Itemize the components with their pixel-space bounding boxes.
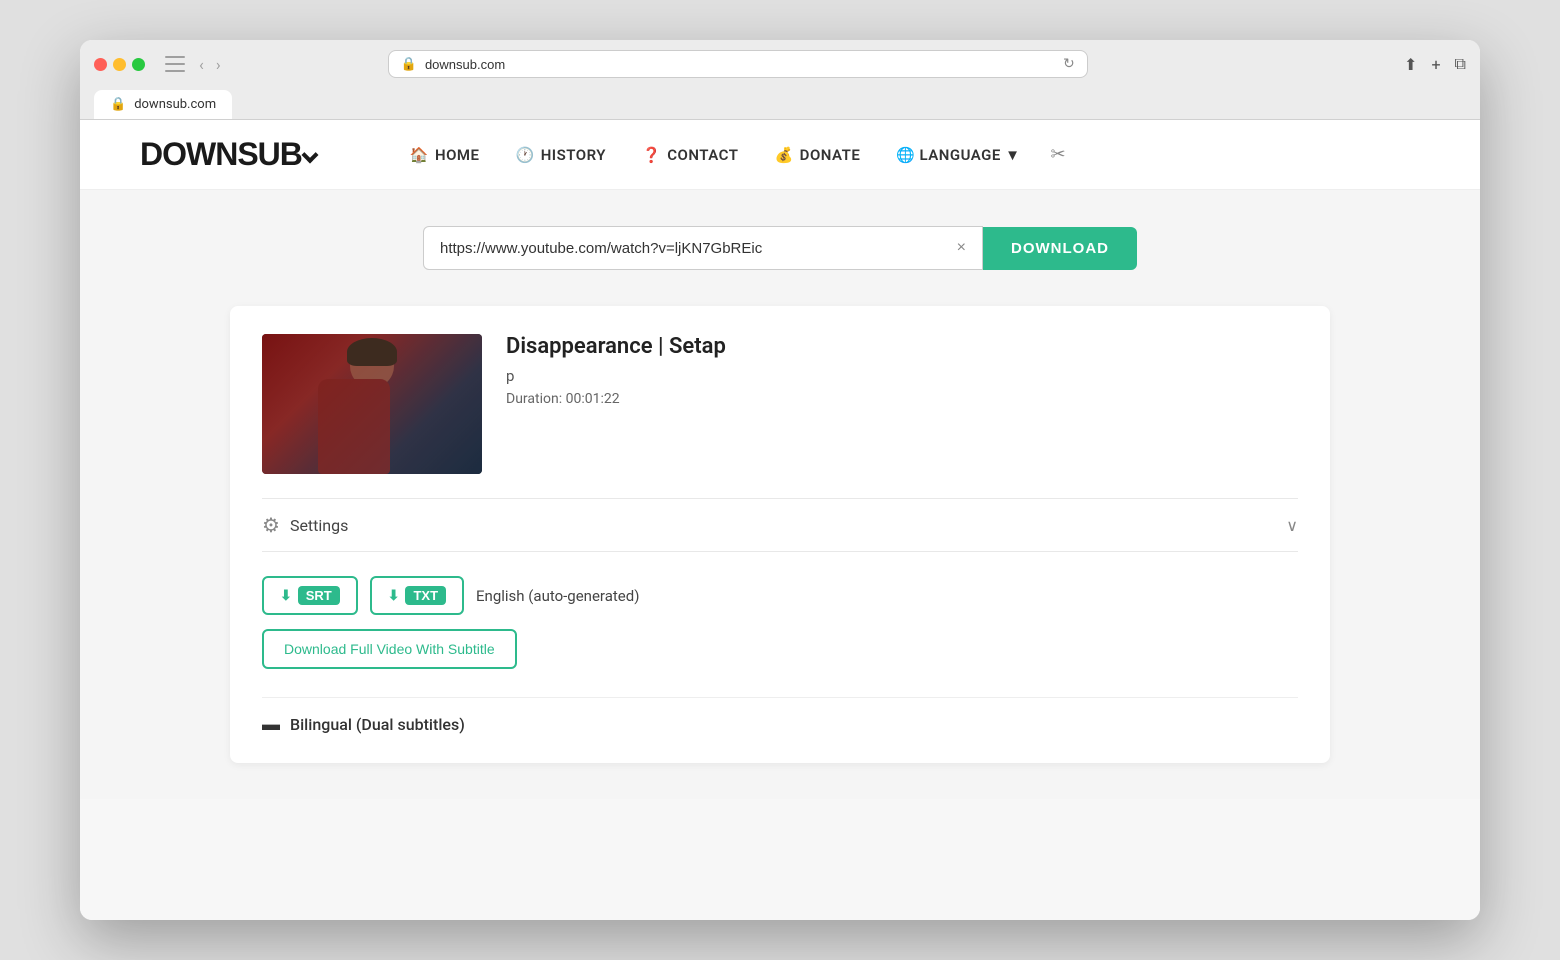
url-input[interactable]: https://www.youtube.com/watch?v=ljKN7GbR… — [440, 240, 949, 257]
page-content: DOWNSUB 🏠 HOME 🕐 HISTORY ❓ CONTACT 💰 — [80, 120, 1480, 920]
settings-left: ⚙ Settings — [262, 513, 348, 537]
site-nav: 🏠 HOME 🕐 HISTORY ❓ CONTACT 💰 DONATE 🌐 — [396, 138, 1066, 172]
home-icon: 🏠 — [410, 146, 429, 164]
active-tab[interactable]: 🔒 downsub.com — [94, 90, 232, 119]
sidebar-toggle-button[interactable] — [165, 56, 185, 72]
address-bar[interactable]: 🔒 ↻ — [388, 50, 1088, 78]
txt-download-button[interactable]: ⬇ TXT — [370, 576, 464, 615]
back-button[interactable]: ‹ — [195, 53, 208, 76]
lock-icon: 🔒 — [401, 57, 417, 72]
video-duration: Duration: 00:01:22 — [506, 391, 1298, 407]
nav-history[interactable]: 🕐 HISTORY — [502, 138, 621, 172]
new-tab-button[interactable]: + — [1431, 55, 1440, 74]
accessibility-icon[interactable]: ✂ — [1050, 144, 1065, 165]
video-thumbnail — [262, 334, 482, 474]
contact-icon: ❓ — [642, 146, 661, 164]
forward-button[interactable]: › — [212, 53, 225, 76]
url-input-wrapper: https://www.youtube.com/watch?v=ljKN7GbR… — [423, 226, 983, 270]
bilingual-label: Bilingual (Dual subtitles) — [290, 715, 465, 734]
language-label: English (auto-generated) — [476, 587, 639, 605]
donate-icon: 💰 — [774, 146, 793, 164]
minimize-window-button[interactable] — [113, 58, 126, 71]
clear-input-button[interactable]: × — [957, 239, 966, 257]
nav-contact[interactable]: ❓ CONTACT — [628, 138, 752, 172]
thumb-hair — [347, 338, 397, 366]
thumbnail-image — [262, 334, 482, 474]
search-row: https://www.youtube.com/watch?v=ljKN7GbR… — [140, 226, 1420, 270]
logo-arrow-icon — [301, 147, 318, 164]
address-input[interactable] — [425, 57, 1055, 72]
download-icon-txt: ⬇ — [388, 587, 400, 604]
nav-donate[interactable]: 💰 DONATE — [760, 138, 874, 172]
video-meta: Disappearance | Setap p Duration: 00:01:… — [506, 334, 1298, 407]
reload-button[interactable]: ↻ — [1063, 56, 1075, 72]
history-icon: 🕐 — [516, 146, 535, 164]
result-card: Disappearance | Setap p Duration: 00:01:… — [230, 306, 1330, 763]
share-button[interactable]: ⬆ — [1404, 55, 1417, 74]
download-icon: ⬇ — [280, 587, 292, 604]
site-header: DOWNSUB 🏠 HOME 🕐 HISTORY ❓ CONTACT 💰 — [80, 120, 1480, 190]
nav-language[interactable]: 🌐 LANGUAGE ▼ — [882, 138, 1034, 172]
nav-home[interactable]: 🏠 HOME — [396, 138, 494, 172]
browser-controls-bar: ‹ › 🔒 ↻ ⬆ + ⧉ — [94, 50, 1466, 78]
subtitle-icon: ▬ — [262, 714, 280, 735]
video-info-row: Disappearance | Setap p Duration: 00:01:… — [262, 334, 1298, 474]
full-video-subtitle-button[interactable]: Download Full Video With Subtitle — [262, 629, 517, 669]
main-area: https://www.youtube.com/watch?v=ljKN7GbR… — [80, 190, 1480, 799]
tab-favicon: 🔒 — [110, 97, 126, 112]
download-button[interactable]: DOWNLOAD — [983, 227, 1137, 270]
browser-window: ‹ › 🔒 ↻ ⬆ + ⧉ 🔒 downsub.com — [80, 40, 1480, 920]
traffic-lights — [94, 58, 145, 71]
video-title: Disappearance | Setap — [506, 334, 1298, 359]
nav-arrows: ‹ › — [195, 53, 225, 76]
txt-badge: TXT — [405, 586, 446, 605]
video-channel: p — [506, 367, 1298, 385]
settings-label: Settings — [290, 516, 348, 535]
chevron-down-icon: ∨ — [1286, 516, 1298, 535]
fullscreen-window-button[interactable] — [132, 58, 145, 71]
srt-download-button[interactable]: ⬇ SRT — [262, 576, 358, 615]
format-row-srt: ⬇ SRT ⬇ TXT English (auto-generated) — [262, 576, 1298, 615]
bilingual-section: ▬ Bilingual (Dual subtitles) — [262, 697, 1298, 735]
download-options: ⬇ SRT ⬇ TXT English (auto-generated) Dow… — [262, 576, 1298, 677]
browser-actions: ⬆ + ⧉ — [1404, 54, 1466, 74]
settings-row[interactable]: ⚙ Settings ∨ — [262, 498, 1298, 552]
srt-badge: SRT — [298, 586, 340, 605]
tabs-button[interactable]: ⧉ — [1455, 54, 1466, 74]
language-icon: 🌐 — [896, 146, 915, 164]
close-window-button[interactable] — [94, 58, 107, 71]
site-logo: DOWNSUB — [140, 136, 316, 173]
gear-icon: ⚙ — [262, 513, 280, 537]
browser-chrome: ‹ › 🔒 ↻ ⬆ + ⧉ 🔒 downsub.com — [80, 40, 1480, 120]
tab-title: downsub.com — [134, 97, 216, 112]
